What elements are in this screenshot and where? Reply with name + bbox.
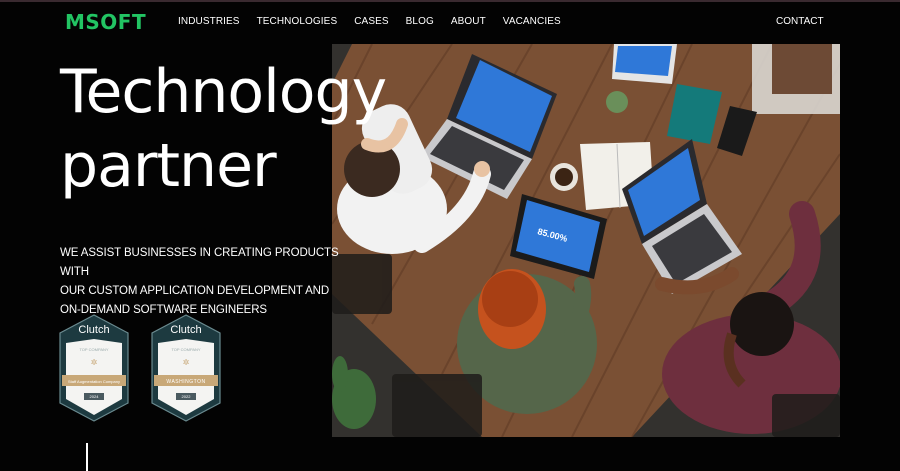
badge-brand: Clutch: [78, 324, 109, 336]
scroll-indicator[interactable]: [86, 443, 88, 471]
nav-technologies[interactable]: TECHNOLOGIES: [257, 16, 338, 27]
hero-photo: 85.00%: [332, 44, 840, 437]
nav-cases[interactable]: CASES: [354, 16, 388, 27]
nav-industries[interactable]: INDUSTRIES: [178, 16, 240, 27]
main-nav: INDUSTRIES TECHNOLOGIES CASES BLOG ABOUT…: [178, 16, 578, 27]
badge-ribbon: Staff Augmentation Company: [68, 379, 120, 384]
clutch-badge-staff-augmentation[interactable]: Clutch TOP COMPANY ✲ Staff Augmentation …: [58, 313, 130, 423]
nav-about[interactable]: ABOUT: [451, 16, 486, 27]
logo[interactable]: MSOFT: [65, 10, 146, 34]
clutch-star-icon: ✲: [183, 358, 190, 367]
nav-blog[interactable]: BLOG: [406, 16, 434, 27]
badge-top: TOP COMPANY: [171, 347, 200, 352]
clutch-star-icon: ✲: [91, 358, 98, 367]
team-meeting-illustration: 85.00%: [332, 44, 840, 437]
tagline-line-1: WE ASSIST BUSINESSES IN CREATING PRODUCT…: [60, 247, 339, 278]
hero-headline: Technology partner: [60, 55, 387, 203]
badge-ribbon: WASHINGTON: [166, 379, 205, 385]
badge-year: 2022: [182, 394, 192, 399]
nav-contact[interactable]: CONTACT: [776, 16, 824, 27]
headline-line-2: partner: [60, 131, 277, 201]
hero-tagline: WE ASSIST BUSINESSES IN CREATING PRODUCT…: [60, 244, 350, 320]
nav-vacancies[interactable]: VACANCIES: [503, 16, 561, 27]
headline-line-1: Technology: [60, 57, 387, 127]
tagline-line-2: OUR CUSTOM APPLICATION DEVELOPMENT AND: [60, 285, 330, 297]
clutch-badge-washington[interactable]: Clutch TOP COMPANY ✲ WASHINGTON 2022: [150, 313, 222, 423]
badge-brand: Clutch: [170, 324, 201, 336]
badge-year: 2024: [90, 394, 100, 399]
badge-top: TOP COMPANY: [79, 347, 108, 352]
site-header: MSOFT INDUSTRIES TECHNOLOGIES CASES BLOG…: [0, 0, 900, 44]
